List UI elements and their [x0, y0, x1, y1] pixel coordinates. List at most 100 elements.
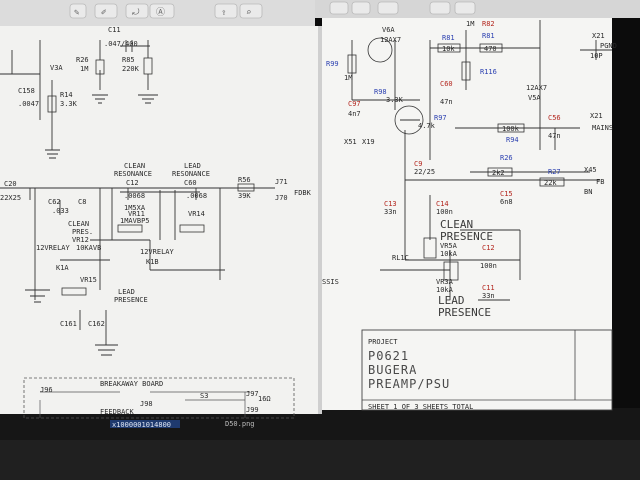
label-22k: 22k — [544, 179, 557, 187]
label-bn: BN — [584, 188, 592, 196]
zoom-in-icon[interactable] — [351, 1, 371, 15]
label-vr5a: VR5A — [440, 242, 458, 250]
label-1m: 1M — [80, 65, 88, 73]
label-x21-b: X21 — [590, 112, 603, 120]
label-j97: J97 — [246, 390, 259, 398]
title-project-label: PROJECT — [368, 338, 398, 346]
label-33n-a: 33n — [384, 208, 397, 216]
label-ssis: SSIS — [322, 278, 339, 286]
label-c60-value: .0068 — [186, 192, 207, 200]
label-47n-b: 47n — [548, 132, 561, 140]
label-c12-right: C12 — [482, 244, 495, 252]
desk-surface — [0, 440, 640, 480]
right-schematic-window: V6A 12AX7 R99 1M R98 3.3K C97 4n7 R81 10… — [322, 18, 617, 411]
label-r26: R26 — [76, 56, 89, 64]
label-r56: R56 — [238, 176, 251, 184]
label-resonance-2: RESONANCE — [172, 170, 210, 178]
label-100n-b: 100n — [480, 262, 497, 270]
label-v3a: V3A — [50, 64, 63, 72]
file-label: x1000001014800 — [112, 421, 171, 429]
label-r26-right: R26 — [500, 154, 513, 162]
left-schematic-window: V3A R26 1M C11 .047/400 R85 220K C158 .0… — [0, 26, 322, 419]
title-sheet-line: SHEET 1 OF 3 SHEETS TOTAL — [368, 403, 473, 411]
label-10ka-b: 10kA — [436, 286, 454, 294]
label-x19: X19 — [362, 138, 375, 146]
label-k1a: K1A — [56, 264, 69, 272]
label-470: 470 — [484, 45, 497, 53]
label-1m-c: 1M — [466, 20, 474, 28]
label-x21-a: X21 — [592, 32, 605, 40]
label-c158-value: .0047 — [18, 100, 39, 108]
label-s3: S3 — [200, 392, 208, 400]
label-vr3a: VR3A — [436, 278, 454, 286]
label-rl1c: RL1C — [392, 254, 409, 262]
label-pgnd: PGND — [600, 42, 617, 50]
label-12vrelay-1: 12VRELAY — [36, 244, 71, 252]
window-divider[interactable] — [318, 26, 322, 414]
label-vr12: VR12 — [72, 236, 89, 244]
label-presence: PRESENCE — [114, 296, 148, 304]
label-100k: 100k — [502, 125, 520, 133]
highlight-icon[interactable] — [429, 1, 451, 15]
label-c14: C14 — [436, 200, 449, 208]
label-c11-right: C11 — [482, 284, 495, 292]
label-r14: R14 — [60, 91, 73, 99]
label-vr15: VR15 — [80, 276, 97, 284]
zoom-out-icon[interactable] — [329, 1, 349, 15]
label-r81: R81 — [442, 34, 455, 42]
svg-text:✐: ✐ — [101, 8, 107, 18]
label-4.7k: 4.7k — [418, 122, 436, 130]
label-j98: J98 — [140, 400, 153, 408]
label-c8: C8 — [78, 198, 86, 206]
label-c11-value: .047/400 — [104, 40, 138, 48]
label-6n8: 6n8 — [500, 198, 513, 206]
label-r99: R99 — [326, 60, 339, 68]
title-brand: BUGERA — [368, 363, 417, 377]
label-j99: J99 — [246, 406, 259, 414]
label-c60-right: C60 — [440, 80, 453, 88]
label-12ax7-a: 12AX7 — [380, 36, 401, 44]
label-39k: 39K — [238, 192, 251, 200]
label-100n-a: 100n — [436, 208, 453, 216]
photo-of-laptop-screen-schematic: ✎ ✐ ⤾ Ⓐ ⇪ ⌕ V3A R26 1M C11 .047/400 R85 … — [0, 0, 640, 480]
label-x45: X45 — [584, 166, 597, 174]
label-fb: FB — [596, 178, 604, 186]
label-16-ohm: 16Ω — [258, 395, 271, 403]
label-x51: X51 — [344, 138, 357, 146]
label-j70: J70 — [275, 194, 288, 202]
label-1mavbp5: 1MAVBP5 — [120, 217, 150, 225]
title-name: PREAMP/PSU — [368, 377, 450, 391]
label-k1b: K1B — [146, 258, 159, 266]
label-j71: J71 — [275, 178, 288, 186]
label-r98: R98 — [374, 88, 387, 96]
label-clean-resonance: CLEAN — [124, 162, 145, 170]
label-vr14: VR14 — [188, 210, 205, 218]
label-r82: R82 — [482, 20, 495, 28]
label-c12: C12 — [126, 179, 139, 187]
label-presence-right-2: PRESENCE — [438, 306, 491, 319]
label-lead-presence: LEAD — [118, 288, 135, 296]
label-10k: 10k — [442, 45, 455, 53]
label-v6a: V6A — [382, 26, 395, 34]
svg-text:✎: ✎ — [74, 8, 80, 18]
label-c13: C13 — [384, 200, 397, 208]
label-220k: 220K — [122, 65, 140, 73]
label-breakaway-board: BREAKAWAY BOARD — [100, 380, 163, 388]
label-clean-pres: CLEAN — [68, 220, 89, 228]
label-j96: J96 — [40, 386, 53, 394]
label-4n7: 4n7 — [348, 110, 361, 118]
label-r85: R85 — [122, 56, 135, 64]
sidebar-icon[interactable] — [377, 1, 399, 15]
pen-icon[interactable] — [454, 1, 476, 15]
label-resonance-1: RESONANCE — [114, 170, 152, 178]
label-2k2: 2k2 — [492, 169, 505, 177]
label-c9: C9 — [414, 160, 422, 168]
label-33n-b: 33n — [482, 292, 495, 300]
label-r14-value: 3.3K — [60, 100, 78, 108]
label-12ax7-b: 12AX7 — [526, 84, 547, 92]
label-c20: C20 — [4, 180, 17, 188]
title-project-number: P0621 — [368, 349, 409, 363]
label-c56: C56 — [548, 114, 561, 122]
label-12vrelay-2: 12VRELAY — [140, 248, 175, 256]
label-r27: R27 — [548, 168, 561, 176]
